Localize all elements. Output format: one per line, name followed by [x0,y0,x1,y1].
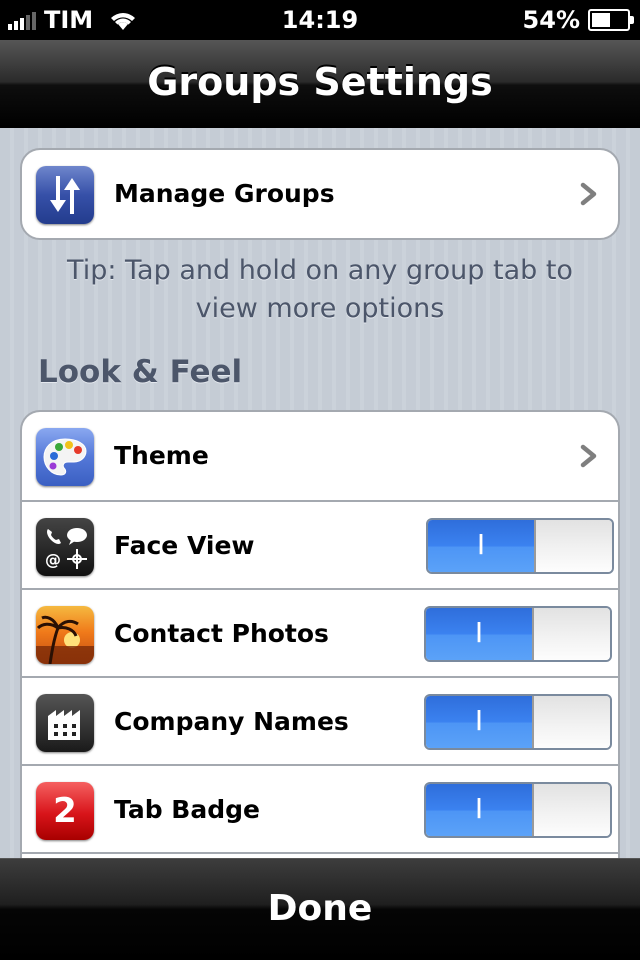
battery-percent: 54% [522,6,580,34]
theme-label: Theme [114,441,209,470]
chevron-right-icon [580,182,597,206]
done-label: Done [267,888,373,929]
tip-text: Tip: Tap and hold on any group tab to vi… [67,255,573,324]
switch-knob[interactable] [534,520,612,572]
tab-badge-switch[interactable]: I [424,782,612,838]
status-right: 54% [522,6,634,34]
switch-on-indicator: I [426,784,532,836]
up-down-arrows-icon [36,166,94,224]
look-and-feel-card: Theme @ Face View I Contact Photos I Com… [20,410,620,858]
contact-photos-row: Contact Photos I [22,588,618,676]
section-header-look-and-feel: Look & Feel [38,354,243,390]
status-bar: TIM 14:19 54% [0,0,640,40]
switch-on-indicator: I [426,608,532,660]
face-view-switch[interactable]: I [426,518,614,574]
page-title: Groups Settings [147,60,493,104]
contact-photos-label: Contact Photos [114,619,329,648]
contact-photos-switch[interactable]: I [424,606,612,662]
palette-icon [36,428,94,486]
switch-knob[interactable] [532,608,610,660]
done-button[interactable]: Done [0,858,640,960]
manage-group-card: Manage Groups [20,148,620,240]
badge-number-icon: 2 [36,782,94,840]
switch-knob[interactable] [532,696,610,748]
company-names-label: Company Names [114,707,349,736]
face-view-label: Face View [114,531,255,560]
manage-groups-label: Manage Groups [114,179,335,208]
manage-groups-row[interactable]: Manage Groups [22,150,618,238]
sunset-photo-icon [36,606,94,664]
building-icon [36,694,94,752]
theme-row[interactable]: Theme [22,412,618,500]
battery-fill [592,13,611,27]
face-view-row: @ Face View I [22,500,618,588]
tab-badge-label: Tab Badge [114,795,260,824]
battery-icon [588,9,634,31]
switch-on-indicator: I [426,696,532,748]
company-names-row: Company Names I [22,676,618,764]
switch-on-indicator: I [428,520,534,572]
navigation-bar: Groups Settings [0,40,640,128]
switch-knob[interactable] [532,784,610,836]
svg-text:@: @ [45,550,61,569]
chevron-right-icon [580,444,597,468]
settings-content[interactable]: Manage Groups Tip: Tap and hold on any g… [0,128,640,858]
company-names-switch[interactable]: I [424,694,612,750]
contact-methods-icon: @ [36,518,94,576]
tab-badge-row: 2 Tab Badge I [22,764,618,852]
